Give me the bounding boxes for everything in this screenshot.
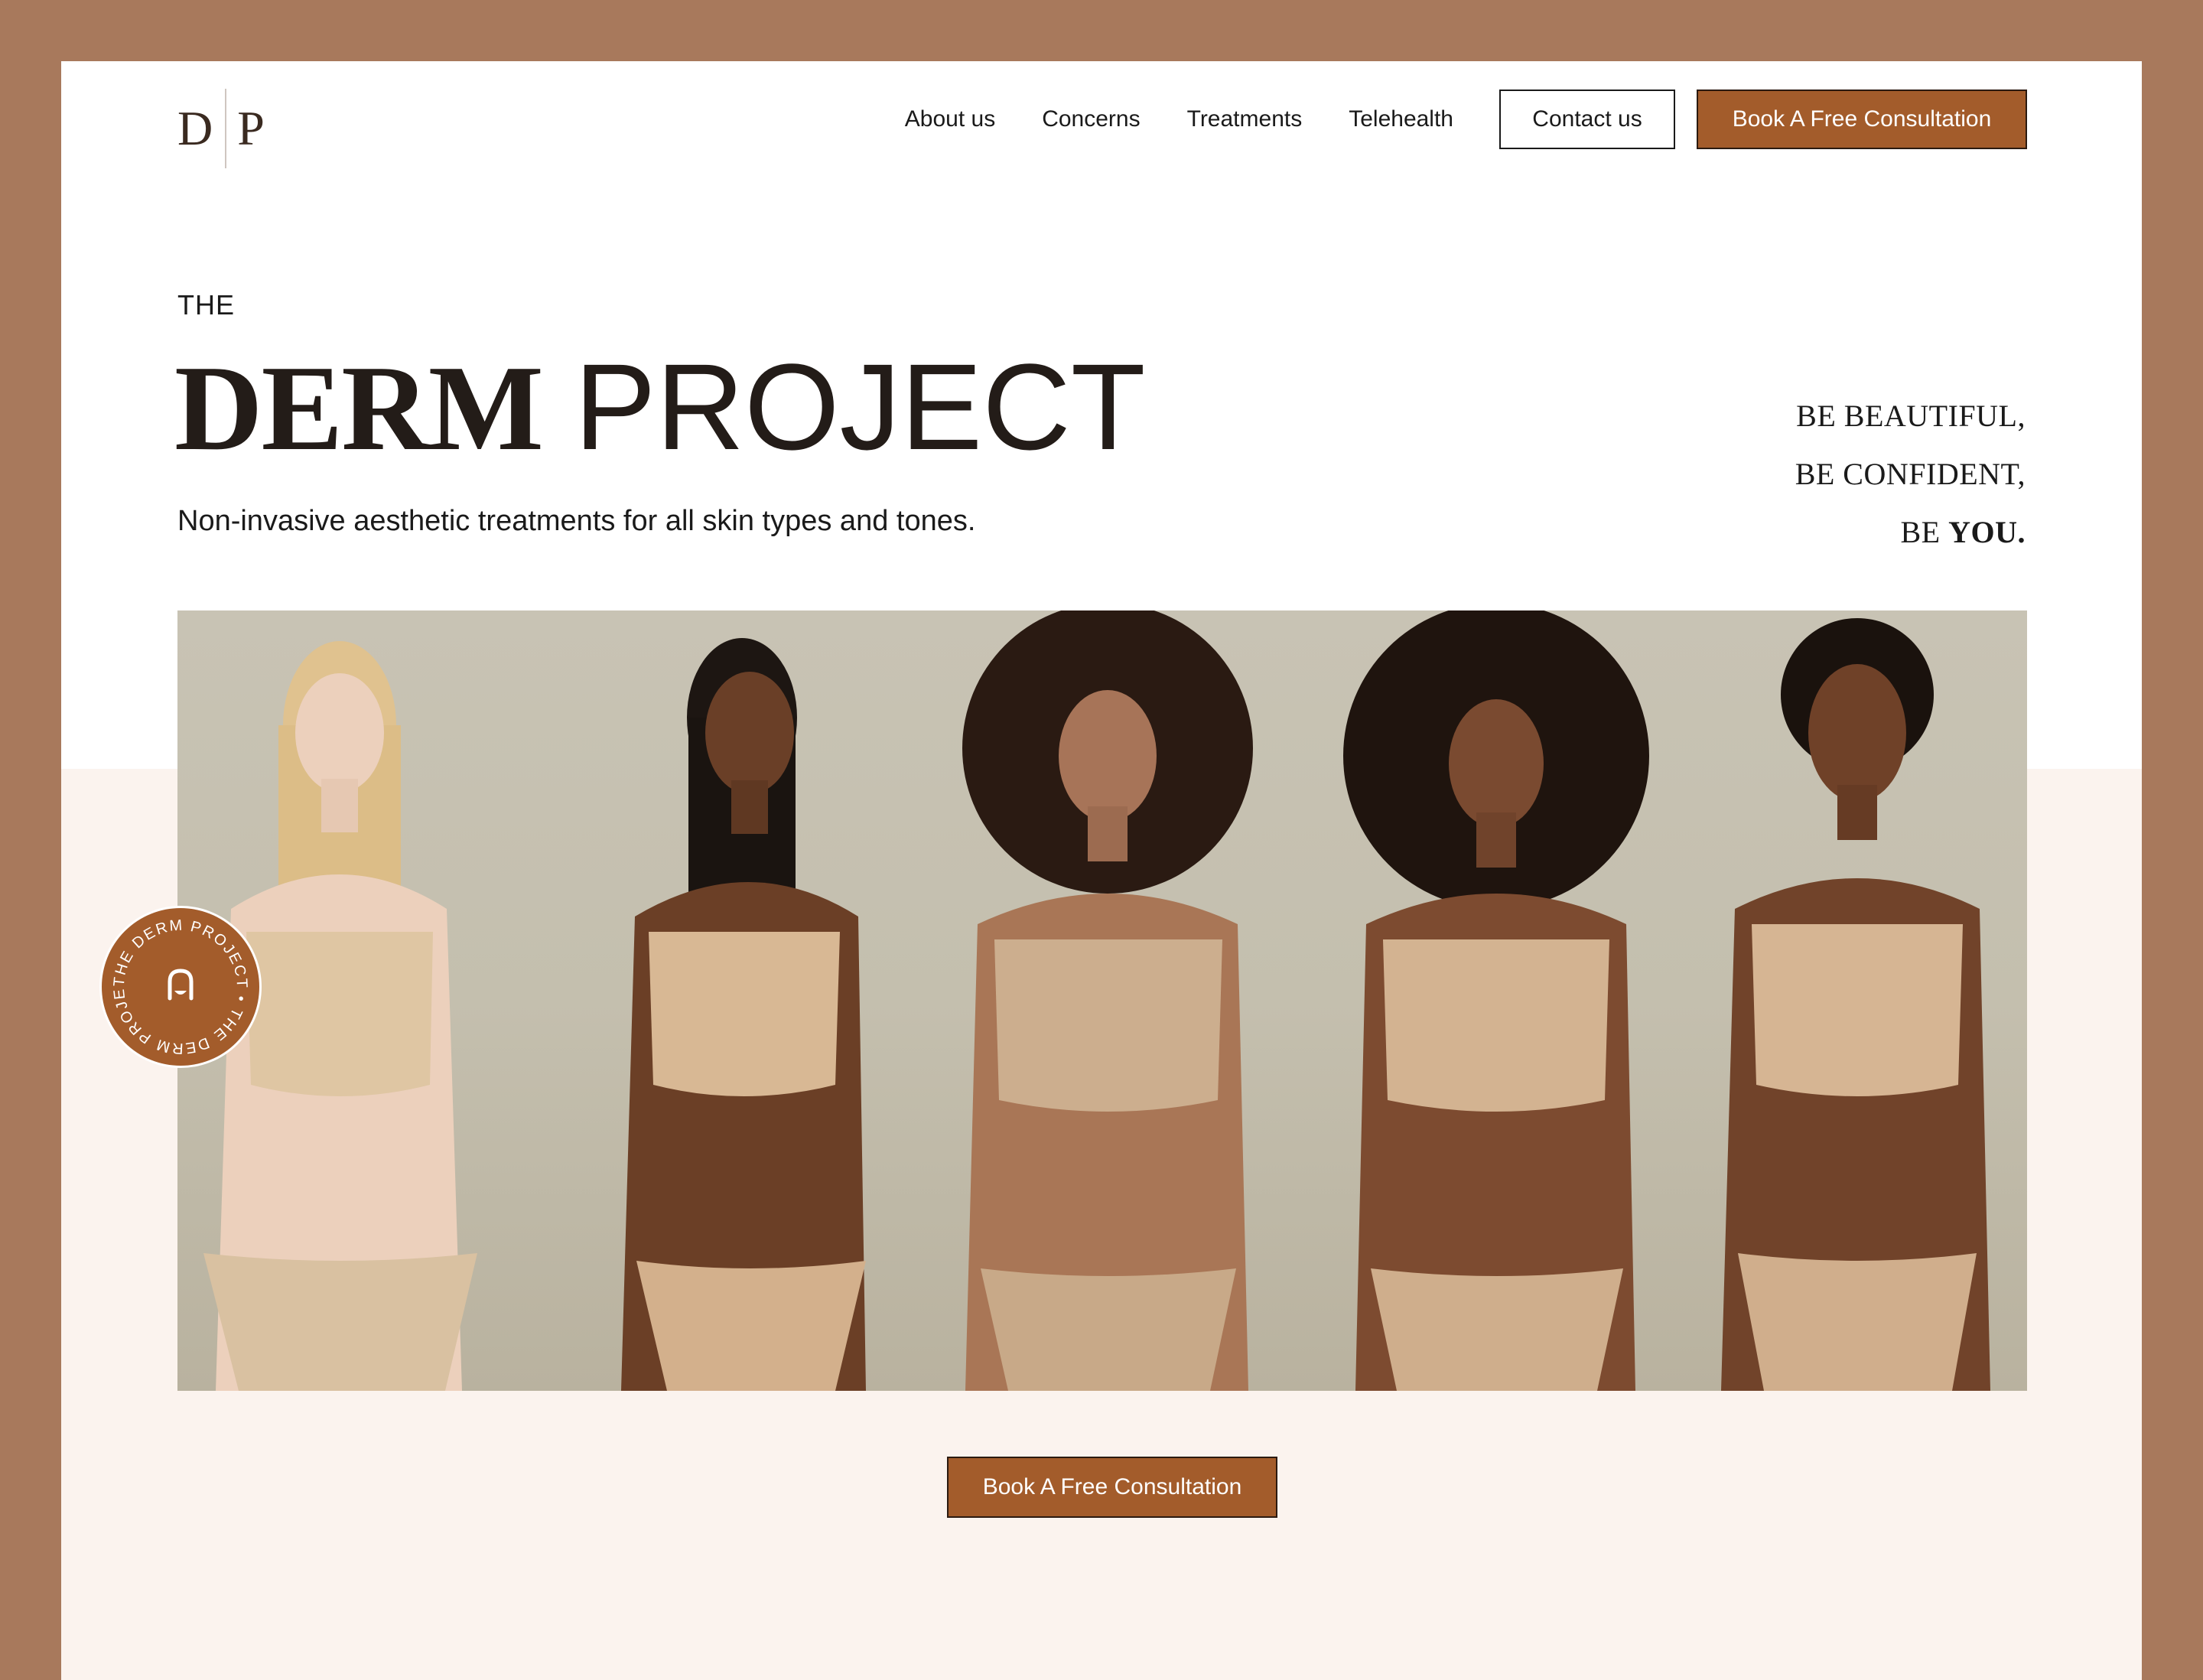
logo-letter-d: D: [177, 101, 213, 155]
model-figure-4: [1343, 610, 1649, 1391]
nav-concerns[interactable]: Concerns: [1042, 106, 1140, 132]
brand-badge[interactable]: THE DERM PROJECT • THE DERM PROJECT •: [99, 906, 262, 1068]
contact-us-button[interactable]: Contact us: [1499, 90, 1675, 149]
book-consultation-header-button[interactable]: Book A Free Consultation: [1697, 90, 2027, 149]
nav-treatments[interactable]: Treatments: [1187, 106, 1303, 132]
hero-title: DERM PROJECT: [174, 346, 1146, 470]
hero-title-bold: DERM: [174, 340, 544, 476]
hero-kicker: THE: [177, 289, 235, 321]
tagline: BE BEAUTIFUL, BE CONFIDENT, BE YOU.: [1795, 387, 2026, 562]
nav-telehealth[interactable]: Telehealth: [1349, 106, 1453, 132]
logo[interactable]: D P: [177, 89, 265, 168]
tagline-line-3: BE YOU.: [1795, 503, 2026, 562]
tagline-line-1: BE BEAUTIFUL,: [1796, 399, 2026, 433]
hero-title-light: PROJECT: [574, 338, 1146, 475]
model-figure-5: [1721, 618, 1990, 1391]
page: D P About us Concerns Treatments Telehea…: [61, 61, 2142, 1680]
face-icon: [168, 969, 194, 1001]
badge-ring-text: THE DERM PROJECT • THE DERM PROJECT •: [102, 908, 249, 1057]
hero-image: [177, 610, 2027, 1391]
svg-text:THE DERM PROJECT • THE DERM PR: THE DERM PROJECT • THE DERM PROJECT •: [102, 908, 250, 1057]
models-illustration: [203, 610, 1990, 1391]
main-nav: About us Concerns Treatments Telehealth …: [905, 89, 2027, 150]
model-figure-3: [962, 610, 1253, 1391]
model-figure-2: [621, 638, 866, 1391]
tagline-line-3-prefix: BE: [1900, 515, 1941, 549]
badge-graphic: THE DERM PROJECT • THE DERM PROJECT •: [102, 908, 250, 1057]
logo-letter-p: P: [237, 101, 265, 155]
book-consultation-cta-button[interactable]: Book A Free Consultation: [947, 1457, 1277, 1518]
tagline-line-2: BE CONFIDENT,: [1795, 457, 2026, 491]
nav-about-us[interactable]: About us: [905, 106, 995, 132]
hero-subtitle: Non-invasive aesthetic treatments for al…: [177, 505, 976, 537]
tagline-emphasis: YOU.: [1948, 515, 2026, 549]
